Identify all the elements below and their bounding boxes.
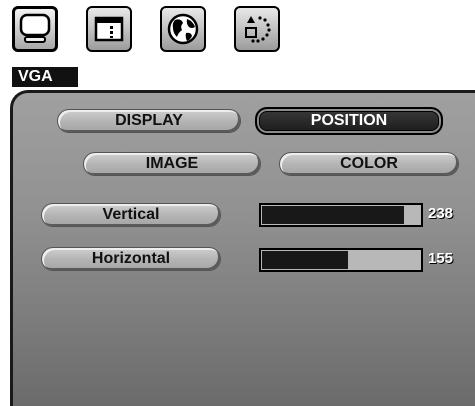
horizontal-value: 155 — [428, 250, 454, 267]
osd-tab-bar: VGA — [0, 0, 475, 90]
tab-panel[interactable] — [86, 6, 132, 52]
vertical-button[interactable]: Vertical — [41, 203, 221, 227]
position-button[interactable]: POSITION — [255, 107, 443, 135]
horizontal-slider-fill — [262, 251, 348, 269]
color-button[interactable]: COLOR — [279, 152, 459, 176]
horizontal-slider[interactable] — [259, 248, 423, 272]
vertical-value: 238 — [428, 205, 454, 222]
vertical-slider-fill — [262, 206, 404, 224]
monitor-icon — [17, 12, 53, 46]
display-button[interactable]: DISPLAY — [57, 109, 241, 133]
osd-menu-panel: DISPLAY POSITION IMAGE COLOR Vertical 23… — [10, 90, 475, 406]
panel-icon — [91, 12, 127, 46]
input-source-label: VGA — [12, 67, 78, 87]
horizontal-button[interactable]: Horizontal — [41, 247, 221, 271]
image-button[interactable]: IMAGE — [83, 152, 261, 176]
tab-display-monitor[interactable] — [12, 6, 58, 52]
dotted-circle-icon — [239, 11, 275, 47]
vertical-slider[interactable] — [259, 203, 423, 227]
tab-language[interactable] — [160, 6, 206, 52]
tab-options[interactable] — [234, 6, 280, 52]
globe-icon — [165, 11, 201, 47]
